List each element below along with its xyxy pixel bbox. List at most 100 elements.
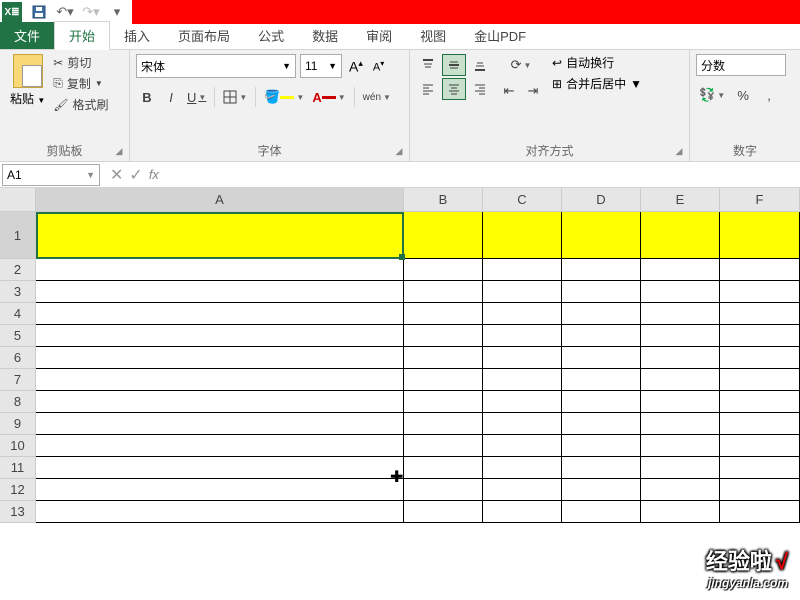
cell-F3[interactable] (720, 281, 800, 303)
cell-A13[interactable] (36, 501, 404, 523)
tab-insert[interactable]: 插入 (110, 22, 164, 49)
cell-D13[interactable] (562, 501, 641, 523)
cell-E8[interactable] (641, 391, 720, 413)
fill-color-button[interactable]: 🪣▼ (261, 86, 307, 108)
alignment-launcher[interactable]: ◢ (673, 145, 685, 157)
cell-A6[interactable] (36, 347, 404, 369)
cell-F2[interactable] (720, 259, 800, 281)
tab-view[interactable]: 视图 (406, 22, 460, 49)
clipboard-launcher[interactable]: ◢ (113, 145, 125, 157)
cell-A3[interactable] (36, 281, 404, 303)
cell-C7[interactable] (483, 369, 562, 391)
align-center-button[interactable] (442, 78, 466, 100)
redo-button[interactable]: ↷▾ (80, 2, 102, 22)
align-left-button[interactable] (416, 78, 440, 100)
cell-D9[interactable] (562, 413, 641, 435)
cell-F13[interactable] (720, 501, 800, 523)
cell-B13[interactable] (404, 501, 483, 523)
cell-A4[interactable] (36, 303, 404, 325)
cell-C6[interactable] (483, 347, 562, 369)
cell-C3[interactable] (483, 281, 562, 303)
enter-formula-button[interactable]: ✓ (129, 165, 142, 185)
row-header-6[interactable]: 6 (0, 347, 36, 369)
cell-F5[interactable] (720, 325, 800, 347)
cell-A8[interactable] (36, 391, 404, 413)
cell-B9[interactable] (404, 413, 483, 435)
cell-B11[interactable] (404, 457, 483, 479)
cell-A1[interactable] (36, 212, 404, 259)
tab-home[interactable]: 开始 (54, 21, 110, 50)
cell-B8[interactable] (404, 391, 483, 413)
cell-A5[interactable] (36, 325, 404, 347)
cell-C11[interactable] (483, 457, 562, 479)
percent-button[interactable]: % (732, 84, 754, 106)
tab-review[interactable]: 审阅 (352, 22, 406, 49)
cell-D2[interactable] (562, 259, 641, 281)
cell-F12[interactable] (720, 479, 800, 501)
cell-F9[interactable] (720, 413, 800, 435)
cell-F4[interactable] (720, 303, 800, 325)
tab-data[interactable]: 数据 (298, 22, 352, 49)
cell-B5[interactable] (404, 325, 483, 347)
cell-F10[interactable] (720, 435, 800, 457)
cell-D12[interactable] (562, 479, 641, 501)
row-header-3[interactable]: 3 (0, 281, 36, 303)
align-middle-button[interactable] (442, 54, 466, 76)
grow-font-button[interactable]: A▴ (346, 58, 366, 75)
cell-C9[interactable] (483, 413, 562, 435)
undo-button[interactable]: ↶▾ (54, 2, 76, 22)
format-painter-button[interactable]: 🖌格式刷 (53, 96, 108, 113)
align-right-button[interactable] (468, 78, 492, 100)
cell-F1[interactable] (720, 212, 800, 259)
accounting-format-button[interactable]: 💱▼ (696, 84, 728, 106)
cell-D1[interactable] (562, 212, 641, 259)
increase-indent-button[interactable]: ⇥ (522, 80, 544, 102)
save-button[interactable] (28, 2, 50, 22)
cell-D8[interactable] (562, 391, 641, 413)
cells-grid[interactable] (36, 212, 800, 523)
cell-C10[interactable] (483, 435, 562, 457)
tab-formulas[interactable]: 公式 (244, 22, 298, 49)
cell-B6[interactable] (404, 347, 483, 369)
cell-E3[interactable] (641, 281, 720, 303)
wrap-text-button[interactable]: ↩自动换行 (552, 54, 642, 71)
tab-file[interactable]: 文件 (0, 22, 54, 49)
cell-E9[interactable] (641, 413, 720, 435)
cell-C5[interactable] (483, 325, 562, 347)
cell-E7[interactable] (641, 369, 720, 391)
font-size-select[interactable]: 11▼ (300, 54, 342, 78)
row-header-8[interactable]: 8 (0, 391, 36, 413)
font-color-button[interactable]: A▼ (309, 86, 348, 108)
col-header-B[interactable]: B (404, 188, 483, 212)
row-header-5[interactable]: 5 (0, 325, 36, 347)
customize-qat-button[interactable]: ▾ (106, 2, 128, 22)
cell-F7[interactable] (720, 369, 800, 391)
cell-B1[interactable] (404, 212, 483, 259)
row-header-1[interactable]: 1 (0, 212, 36, 259)
formula-input[interactable] (169, 164, 800, 186)
name-box[interactable]: A1▼ (2, 164, 100, 186)
cell-E10[interactable] (641, 435, 720, 457)
cell-A10[interactable] (36, 435, 404, 457)
fx-icon[interactable]: fx (149, 167, 159, 182)
col-header-A[interactable]: A (36, 188, 404, 212)
row-header-7[interactable]: 7 (0, 369, 36, 391)
row-header-9[interactable]: 9 (0, 413, 36, 435)
cell-E12[interactable] (641, 479, 720, 501)
cell-D4[interactable] (562, 303, 641, 325)
cell-D7[interactable] (562, 369, 641, 391)
cell-B7[interactable] (404, 369, 483, 391)
col-header-F[interactable]: F (720, 188, 800, 212)
select-all-corner[interactable] (0, 188, 36, 212)
row-header-11[interactable]: 11 (0, 457, 36, 479)
tab-pdf[interactable]: 金山PDF (460, 22, 540, 49)
font-launcher[interactable]: ◢ (393, 145, 405, 157)
cell-E13[interactable] (641, 501, 720, 523)
row-header-4[interactable]: 4 (0, 303, 36, 325)
cell-A12[interactable] (36, 479, 404, 501)
decrease-indent-button[interactable]: ⇤ (498, 80, 520, 102)
cell-F11[interactable] (720, 457, 800, 479)
paste-icon[interactable] (13, 54, 43, 88)
number-format-select[interactable]: 分数 (696, 54, 786, 76)
italic-button[interactable]: I (160, 86, 182, 108)
